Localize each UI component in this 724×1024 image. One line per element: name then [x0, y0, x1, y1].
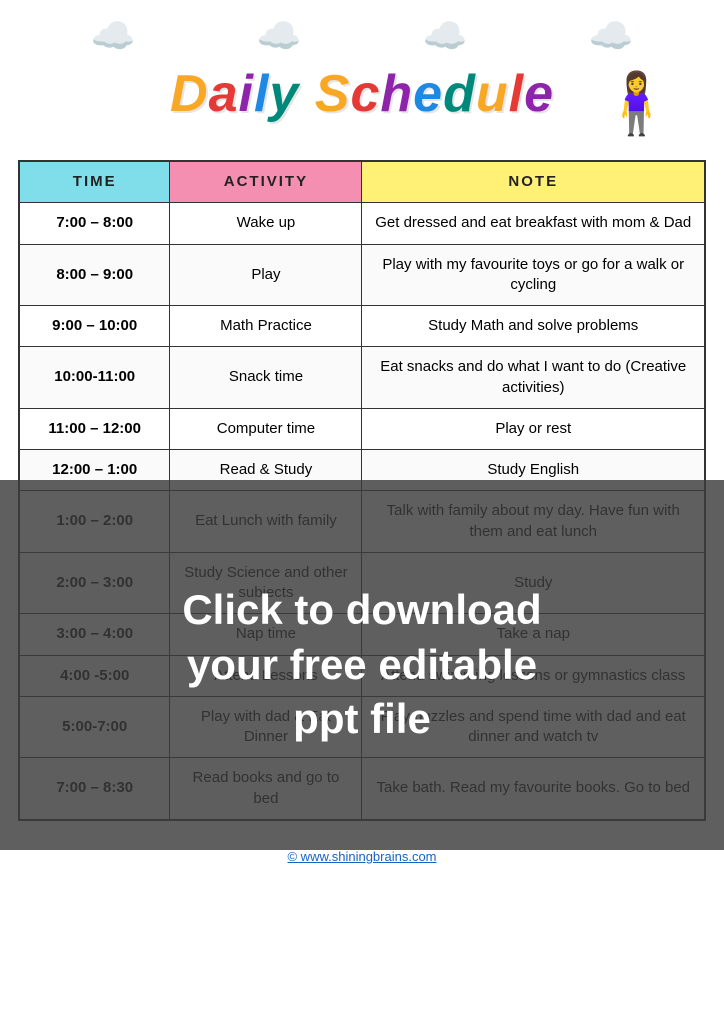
page-wrapper: ☁️ ☁️ ☁️ ☁️ Daily Schedule 🧍‍♀️ TIME ACT… — [0, 0, 724, 872]
footer-url[interactable]: © www.shiningbrains.com — [287, 849, 436, 864]
cloud-icon-1: ☁️ — [91, 18, 136, 54]
page-title: Daily Schedule — [170, 64, 554, 124]
header-activity: ACTIVITY — [170, 161, 362, 203]
schedule-table-wrapper: TIME ACTIVITY NOTE 7:00 – 8:00Wake upGet… — [0, 160, 724, 841]
table-row: 11:00 – 12:00Computer timePlay or rest — [19, 408, 705, 449]
cell-note: Get dressed and eat breakfast with mom &… — [362, 203, 705, 244]
cell-note: Study Math and solve problems — [362, 306, 705, 347]
cell-activity: Play — [170, 244, 362, 306]
header-time: TIME — [19, 161, 170, 203]
table-header-row: TIME ACTIVITY NOTE — [19, 161, 705, 203]
table-row: 9:00 – 10:00Math PracticeStudy Math and … — [19, 306, 705, 347]
clouds-row: ☁️ ☁️ ☁️ ☁️ — [20, 18, 704, 54]
cell-note: Play or rest — [362, 408, 705, 449]
girl-figure-icon: 🧍‍♀️ — [599, 74, 674, 134]
table-row: 7:00 – 8:00Wake upGet dressed and eat br… — [19, 203, 705, 244]
overlay-text: Click to downloadyour free editableppt f… — [142, 563, 581, 767]
cloud-icon-2: ☁️ — [257, 18, 302, 54]
table-row: 8:00 – 9:00PlayPlay with my favourite to… — [19, 244, 705, 306]
table-row: 10:00-11:00Snack timeEat snacks and do w… — [19, 347, 705, 409]
header-note: NOTE — [362, 161, 705, 203]
cell-time: 9:00 – 10:00 — [19, 306, 170, 347]
cell-activity: Wake up — [170, 203, 362, 244]
cell-time: 8:00 – 9:00 — [19, 244, 170, 306]
header: ☁️ ☁️ ☁️ ☁️ Daily Schedule 🧍‍♀️ — [0, 0, 724, 160]
cloud-icon-4: ☁️ — [589, 18, 634, 54]
cloud-icon-3: ☁️ — [423, 18, 468, 54]
cell-note: Play with my favourite toys or go for a … — [362, 244, 705, 306]
cell-time: 7:00 – 8:00 — [19, 203, 170, 244]
download-overlay[interactable]: Click to downloadyour free editableppt f… — [0, 480, 724, 850]
cell-activity: Math Practice — [170, 306, 362, 347]
cell-activity: Computer time — [170, 408, 362, 449]
title-row: Daily Schedule 🧍‍♀️ — [20, 64, 704, 124]
cell-activity: Snack time — [170, 347, 362, 409]
cell-time: 10:00-11:00 — [19, 347, 170, 409]
cell-time: 11:00 – 12:00 — [19, 408, 170, 449]
cell-note: Eat snacks and do what I want to do (Cre… — [362, 347, 705, 409]
